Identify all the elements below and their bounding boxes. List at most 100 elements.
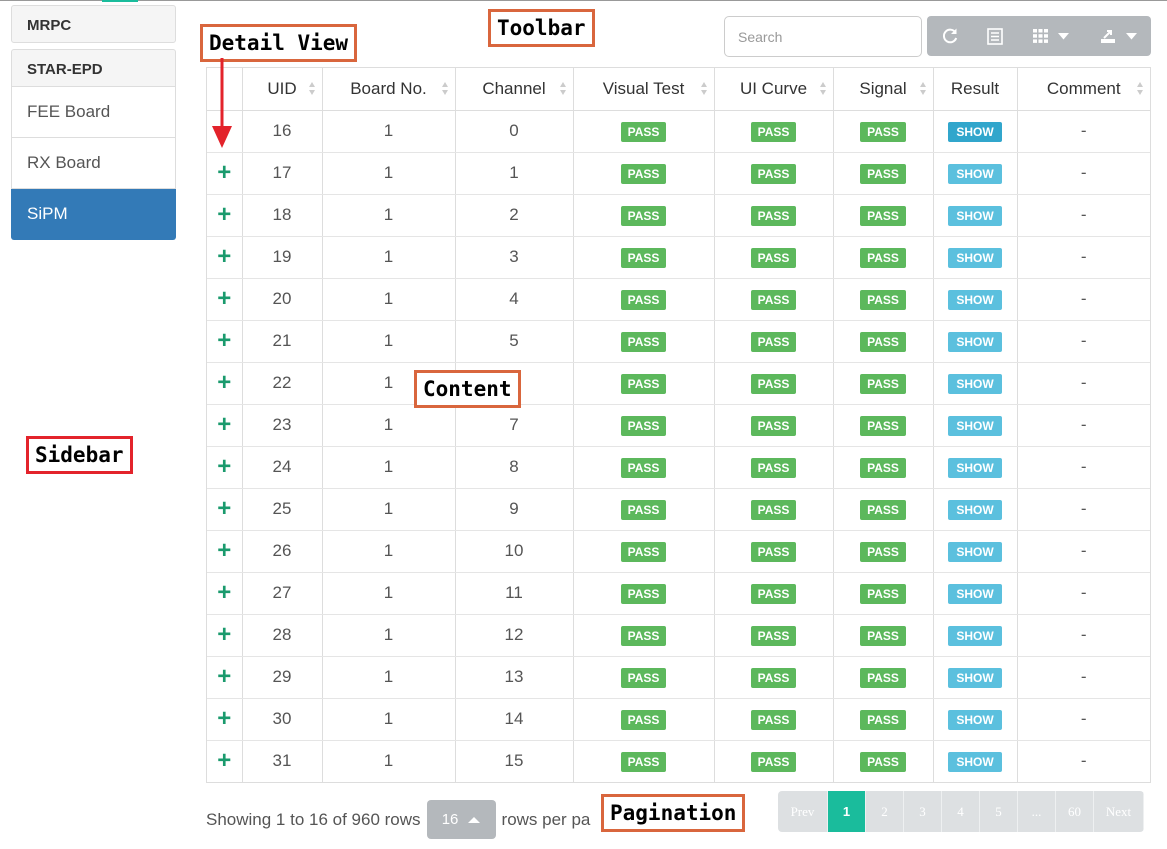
page-3-button[interactable]: 3 [904, 791, 942, 832]
page-60-button[interactable]: 60 [1056, 791, 1094, 832]
page-2-button[interactable]: 2 [866, 791, 904, 832]
cell-visual-test: PASS [573, 194, 715, 237]
sidebar-item-sipm[interactable]: SiPM [11, 189, 176, 240]
pass-badge: PASS [620, 289, 667, 310]
sidebar-group-star-epd[interactable]: STAR-EPD [11, 49, 176, 87]
detail-cell: + [207, 236, 243, 279]
show-button[interactable]: SHOW [948, 121, 1002, 142]
pass-badge: PASS [620, 247, 667, 268]
detail-cell: + [207, 530, 243, 573]
expand-plus-icon[interactable]: + [217, 287, 231, 311]
show-button[interactable]: SHOW [948, 709, 1002, 730]
page-size-dropdown[interactable]: 16 [426, 800, 496, 839]
expand-plus-icon[interactable]: + [217, 581, 231, 605]
cell-visual-test: PASS [573, 278, 715, 321]
expand-plus-icon[interactable]: + [217, 455, 231, 479]
expand-plus-icon[interactable]: + [217, 413, 231, 437]
header-board-no[interactable]: Board No. [322, 68, 456, 111]
show-button[interactable]: SHOW [948, 331, 1002, 352]
show-button[interactable]: SHOW [948, 373, 1002, 394]
expand-plus-icon[interactable]: + [217, 623, 231, 647]
cell-channel: 14 [455, 698, 574, 741]
show-button[interactable]: SHOW [948, 163, 1002, 184]
cell-signal: PASS [833, 362, 934, 405]
header-channel[interactable]: Channel [455, 68, 574, 111]
cell-signal: PASS [833, 110, 934, 153]
refresh-icon [942, 28, 958, 44]
search-input[interactable] [724, 16, 922, 57]
pass-badge: PASS [620, 541, 667, 562]
pass-badge: PASS [620, 373, 667, 394]
show-button[interactable]: SHOW [948, 289, 1002, 310]
cell-board-no: 1 [322, 278, 456, 321]
header-comment[interactable]: Comment [1017, 68, 1150, 111]
page-1-button[interactable]: 1 [828, 791, 866, 832]
expand-plus-icon[interactable]: + [217, 749, 231, 773]
sidebar-group-mrpc[interactable]: MRPC [11, 5, 176, 43]
show-button[interactable]: SHOW [948, 205, 1002, 226]
header-uid[interactable]: UID [242, 68, 323, 111]
header-visual-test[interactable]: Visual Test [573, 68, 715, 111]
cell-board-no: 1 [322, 404, 456, 447]
page-next-button[interactable]: Next [1094, 791, 1144, 832]
header-ui-curve[interactable]: UI Curve [714, 68, 834, 111]
pass-badge: PASS [860, 625, 906, 646]
pass-badge: PASS [860, 751, 906, 772]
toggle-view-button[interactable] [973, 16, 1017, 56]
show-button[interactable]: SHOW [948, 457, 1002, 478]
expand-plus-icon[interactable]: + [217, 665, 231, 689]
detail-cell: + [207, 698, 243, 741]
page-5-button[interactable]: 5 [980, 791, 1018, 832]
expand-plus-icon[interactable]: + [217, 539, 231, 563]
cell-result: SHOW [933, 110, 1018, 153]
cell-result: SHOW [933, 194, 1018, 237]
export-dropdown-button[interactable] [1085, 16, 1151, 56]
cell-channel: 10 [455, 530, 574, 573]
cell-ui-curve: PASS [714, 194, 834, 237]
cell-uid: 22 [242, 362, 323, 405]
page-4-button[interactable]: 4 [942, 791, 980, 832]
show-button[interactable]: SHOW [948, 415, 1002, 436]
show-button[interactable]: SHOW [948, 247, 1002, 268]
pass-badge: PASS [750, 415, 797, 436]
show-button[interactable]: SHOW [948, 583, 1002, 604]
detail-cell: + [207, 446, 243, 489]
cell-result: SHOW [933, 488, 1018, 531]
header-signal[interactable]: Signal [833, 68, 934, 111]
columns-dropdown-button[interactable] [1017, 16, 1085, 56]
sidebar-item-rx-board[interactable]: RX Board [11, 138, 176, 189]
expand-plus-icon[interactable]: + [217, 497, 231, 521]
header-label: Visual Test [602, 78, 685, 98]
expand-plus-icon[interactable]: + [217, 329, 231, 353]
cell-uid: 26 [242, 530, 323, 573]
cell-channel: 3 [455, 236, 574, 279]
expand-plus-icon[interactable]: + [217, 245, 231, 269]
pass-badge: PASS [860, 541, 906, 562]
pass-badge: PASS [750, 289, 797, 310]
cell-comment: - [1080, 751, 1087, 771]
expand-plus-icon[interactable]: + [217, 203, 231, 227]
cell-signal: PASS [833, 698, 934, 741]
show-button[interactable]: SHOW [948, 667, 1002, 688]
expand-plus-icon[interactable]: + [217, 707, 231, 731]
cell-board-no: 1 [322, 446, 456, 489]
page-prev-button[interactable]: Prev [778, 791, 828, 832]
pass-badge: PASS [620, 331, 667, 352]
cell-result: SHOW [933, 740, 1018, 782]
header-label: Channel [482, 78, 546, 98]
expand-plus-icon[interactable]: + [217, 161, 231, 185]
pass-badge: PASS [860, 121, 906, 142]
cell-uid: 23 [242, 404, 323, 447]
show-button[interactable]: SHOW [948, 541, 1002, 562]
cell-visual-test: PASS [573, 446, 715, 489]
pass-badge: PASS [750, 667, 797, 688]
cell-comment: - [1017, 278, 1150, 321]
expand-plus-icon[interactable]: + [217, 371, 231, 395]
refresh-button[interactable] [927, 16, 973, 56]
show-button[interactable]: SHOW [948, 499, 1002, 520]
show-button[interactable]: SHOW [948, 625, 1002, 646]
show-button[interactable]: SHOW [948, 751, 1002, 772]
sidebar-item-fee-board[interactable]: FEE Board [11, 87, 176, 138]
table-row: +25 1 9 PASS PASS PASS SHOW - [207, 488, 1150, 531]
sort-icon [819, 82, 827, 96]
